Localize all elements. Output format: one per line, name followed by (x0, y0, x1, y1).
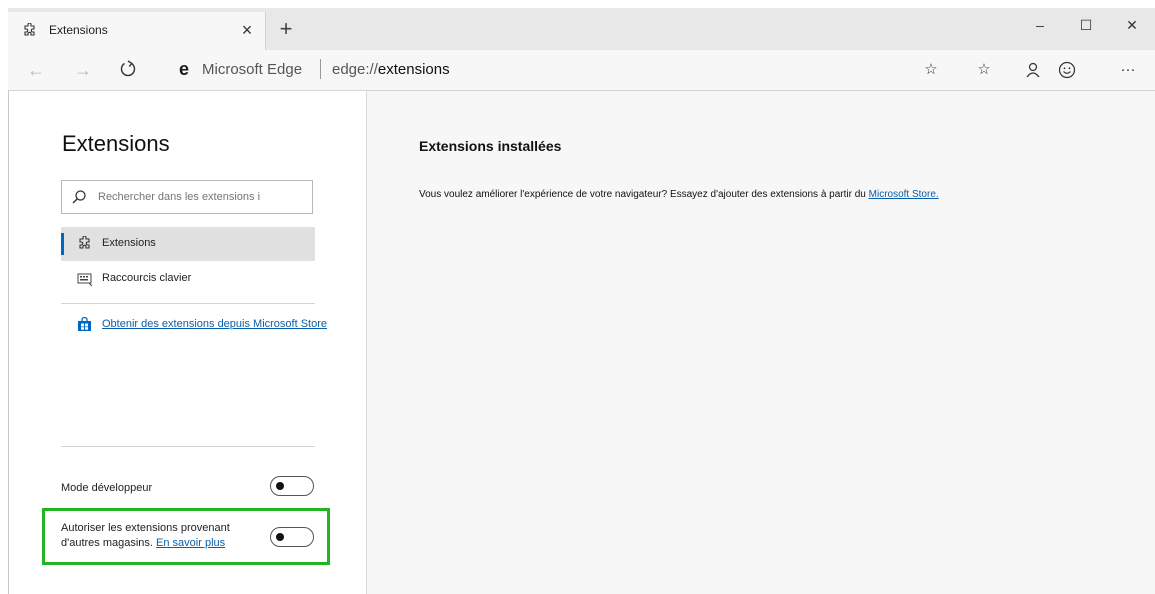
search-icon (72, 190, 86, 204)
puzzle-icon (79, 236, 90, 249)
refresh-icon[interactable] (118, 59, 138, 79)
minimize-button[interactable]: – (1017, 8, 1063, 42)
microsoft-store-link[interactable]: Microsoft Store. (869, 189, 939, 200)
installed-extensions-heading: Extensions installées (419, 138, 562, 154)
main-content: Extensions installées Vous voulez amélio… (367, 91, 1155, 594)
empty-state-text: Vous voulez améliorer l'expérience de vo… (419, 189, 866, 200)
favorites-list-icon[interactable]: ☆ (974, 60, 994, 80)
sidebar-item-keyboard-shortcuts[interactable]: Raccourcis clavier (61, 262, 315, 296)
highlight-box (42, 508, 330, 565)
store-link[interactable]: Obtenir des extensions depuis Microsoft … (102, 318, 327, 330)
profile-icon[interactable] (1023, 60, 1043, 80)
store-bag-icon (78, 317, 91, 331)
feedback-smiley-icon[interactable] (1057, 60, 1077, 80)
sidebar-item-label: Raccourcis clavier (102, 272, 192, 284)
url-prefix: edge:// (332, 61, 378, 78)
search-box[interactable] (61, 180, 313, 214)
tab-extensions[interactable]: Extensions × (8, 12, 266, 50)
search-input[interactable] (98, 181, 308, 213)
address-separator (320, 59, 321, 79)
toggle-knob (276, 482, 284, 490)
title-bar: Extensions × + – ☐ ✕ (8, 8, 1155, 50)
back-arrow-icon[interactable]: ← (24, 58, 48, 82)
empty-state-message: Vous voulez améliorer l'expérience de vo… (419, 189, 939, 200)
svg-text:e: e (179, 60, 189, 78)
developer-mode-toggle[interactable] (270, 476, 314, 496)
tab-title: Extensions (49, 23, 108, 37)
page-title: Extensions (62, 131, 170, 156)
edge-logo-icon: e (179, 60, 189, 78)
new-tab-button[interactable]: + (274, 18, 298, 42)
sidebar: Extensions Extensions Raccourcis clavier… (9, 91, 367, 594)
favorite-star-icon[interactable]: ☆ (921, 60, 941, 80)
developer-mode-label: Mode développeur (61, 482, 153, 494)
address-url[interactable]: edge://extensions (332, 61, 450, 78)
sidebar-item-label: Extensions (102, 237, 156, 249)
forward-arrow-icon[interactable]: → (71, 58, 95, 82)
divider (61, 303, 315, 304)
sidebar-item-extensions[interactable]: Extensions (61, 227, 315, 261)
address-brand: Microsoft Edge (202, 61, 303, 78)
tab-close-button[interactable]: × (236, 19, 258, 41)
puzzle-icon (24, 23, 35, 36)
address-toolbar: ← → e Microsoft Edge edge://extensions ☆… (8, 50, 1155, 91)
maximize-button[interactable]: ☐ (1063, 8, 1109, 42)
close-window-button[interactable]: ✕ (1109, 8, 1155, 42)
url-path: extensions (377, 61, 450, 78)
divider (61, 446, 315, 447)
more-menu-icon[interactable]: ··· (1118, 60, 1138, 80)
keyboard-icon (77, 273, 93, 287)
